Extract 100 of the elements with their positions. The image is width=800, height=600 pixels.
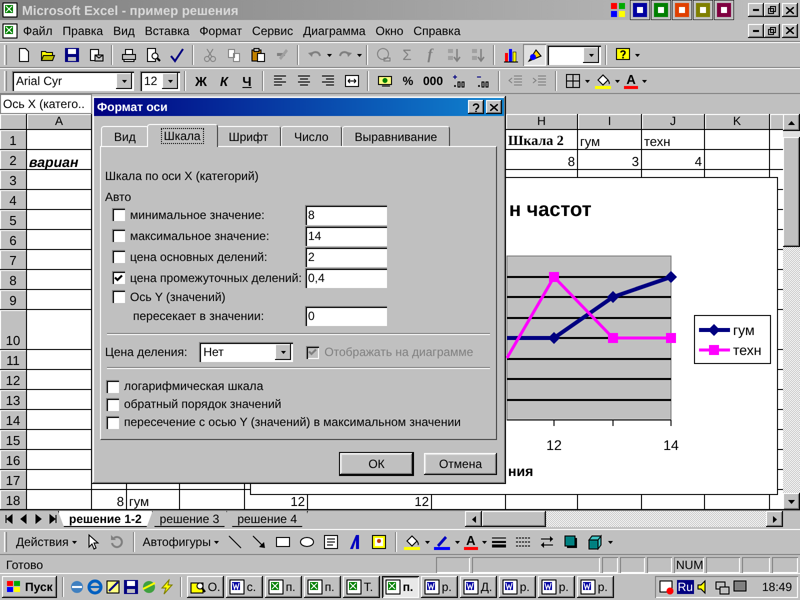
currency-icon[interactable] [376,73,392,89]
font-color-button[interactable]: A [621,74,642,88]
select-all-corner[interactable] [0,114,27,130]
cancel-button[interactable]: Отмена [424,453,497,475]
dialog-tab[interactable]: Шкала [146,124,218,147]
taskbar-button[interactable]: р. [576,576,614,598]
menu-item[interactable]: Правка [58,22,108,40]
font-field[interactable]: Arial Cyr [12,71,134,91]
row-header[interactable]: 12 [0,370,27,390]
menu-item[interactable]: Окно [370,22,408,40]
3d-icon[interactable] [587,534,604,550]
save-icon[interactable] [64,47,80,63]
taskbar-button[interactable]: Д. [460,576,497,598]
menu-item[interactable]: Вставка [140,22,194,40]
vertical-scrollbar[interactable] [783,114,800,510]
menu-item[interactable]: Вид [108,22,140,40]
column-header[interactable]: A [27,114,92,130]
caret-icon[interactable] [635,54,640,56]
dialog-tab[interactable]: Выравнивание [342,126,450,146]
document-envelope-icon[interactable] [88,47,104,63]
row-header[interactable]: 6 [0,230,27,250]
caret-icon[interactable] [585,80,590,82]
oval-icon[interactable] [299,534,316,550]
checkbox[interactable] [106,416,119,428]
close-button[interactable] [782,3,798,17]
caret-icon[interactable] [588,54,594,56]
caret-icon[interactable] [454,540,460,544]
app-shortcut-icon[interactable] [672,0,692,20]
caret-icon[interactable] [357,54,362,56]
line-color-icon[interactable] [434,534,450,550]
caret-icon[interactable] [214,540,219,544]
font-color-button[interactable]: A [460,534,481,550]
app-shortcut-icon[interactable] [693,0,713,20]
scroll-right-button[interactable] [766,511,783,527]
caret-icon[interactable] [327,54,332,56]
menu-item[interactable]: Диаграмма [298,22,371,40]
row-header[interactable]: 3 [0,170,27,190]
horizontal-scrollbar[interactable] [465,511,783,527]
copy-icon[interactable] [226,47,242,63]
bold-button[interactable]: Ж [190,70,212,92]
help-icon[interactable] [614,47,630,63]
caret-icon[interactable] [482,540,487,544]
ok-button[interactable]: ОК [340,453,413,475]
units-dropdown[interactable]: Нет [199,342,294,362]
scrollbar-thumb[interactable] [783,137,800,247]
dialog-tab[interactable]: Шрифт [216,126,282,146]
paste-icon[interactable] [250,47,266,63]
checkbox[interactable] [106,398,119,410]
help-button[interactable] [468,100,484,114]
language-indicator[interactable]: Ru [676,580,694,594]
app-shortcut-icon[interactable] [630,0,650,20]
italic-button[interactable]: К [213,70,235,92]
network-icon[interactable] [714,579,730,595]
caret-icon[interactable] [122,80,126,82]
spreadsheet-icon[interactable] [2,22,18,38]
picture-icon[interactable] [371,534,388,550]
checkbox[interactable] [112,208,125,221]
underline-button[interactable]: Ч [236,70,258,92]
row-header[interactable]: 18 [0,490,27,510]
notepad-icon[interactable] [104,579,121,595]
checkbox[interactable] [112,271,125,284]
minimize-button[interactable] [748,24,764,38]
fill-color-icon[interactable] [594,73,611,89]
taskbar-button[interactable]: п. [264,576,302,598]
value-field[interactable]: 2 [305,246,387,266]
thousands-button[interactable]: 000 [420,70,446,92]
line-icon[interactable] [227,534,244,550]
scroll-left-button[interactable] [465,511,482,527]
column-header[interactable]: H [506,114,578,130]
row-header[interactable]: 17 [0,470,27,490]
row-header[interactable]: 5 [0,210,27,230]
row-header[interactable]: 13 [0,390,27,410]
increase-decimal-icon[interactable] [450,73,467,89]
row-header[interactable]: 2 [0,150,27,170]
arrow-style-icon[interactable] [539,534,556,550]
save-icon[interactable] [122,579,139,595]
taskbar-button[interactable]: р. [538,576,575,598]
arrow-icon[interactable] [251,534,268,550]
menu-item[interactable]: Файл [18,22,58,40]
row-header[interactable]: 16 [0,450,27,470]
value-field[interactable]: 0,4 [305,268,387,288]
checkbox[interactable] [112,229,125,242]
minimize-button[interactable] [748,3,764,17]
taskbar-button[interactable]: Т. [342,576,380,598]
taskbar-button[interactable]: О. [186,576,224,598]
close-button[interactable] [782,24,798,38]
checkbox[interactable] [112,290,125,303]
print-icon[interactable] [120,47,136,63]
menu-item[interactable]: Формат [194,22,248,40]
text-box-icon[interactable] [323,534,340,550]
restore-button[interactable] [764,24,780,38]
actions-menu[interactable]: Действия [12,531,81,553]
restore-button[interactable] [764,3,780,17]
column-header[interactable]: I [578,114,642,130]
close-button[interactable] [486,100,502,114]
zoom-field[interactable] [547,45,601,65]
row-header[interactable]: 4 [0,190,27,210]
checkbox[interactable] [106,380,119,392]
autoshapes-menu[interactable]: Автофигуры [138,531,223,553]
taskbar-button[interactable]: р. [420,576,458,598]
